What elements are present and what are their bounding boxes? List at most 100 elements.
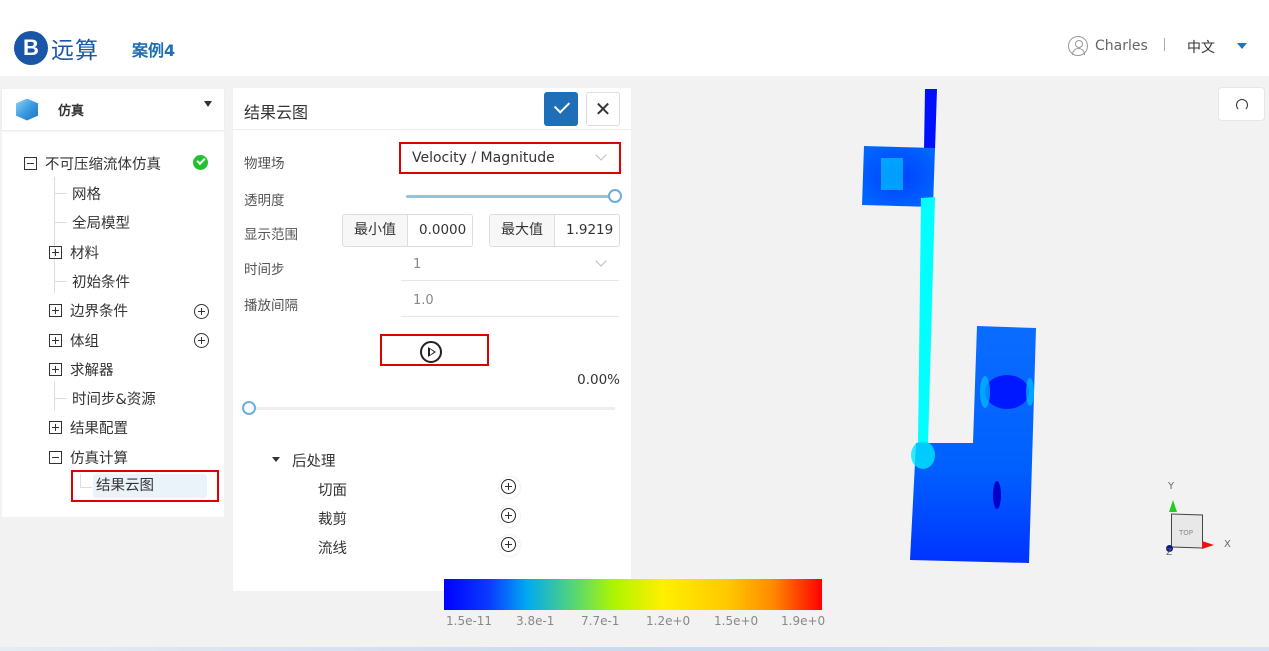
tree-item-label: 初始条件 bbox=[72, 274, 130, 291]
model-vortex-edge bbox=[980, 376, 990, 408]
tree-root[interactable]: 不可压缩流体仿真 bbox=[24, 151, 161, 175]
cube-face-label: TOP bbox=[1179, 529, 1194, 537]
max-value-label: 最大值 bbox=[490, 215, 555, 246]
plus-circle-icon bbox=[501, 508, 516, 523]
model-vortex bbox=[993, 481, 1001, 509]
tree-item-label: 边界条件 bbox=[70, 303, 128, 320]
expand-icon[interactable] bbox=[49, 245, 62, 259]
tree-item-initial-conditions[interactable]: 初始条件 bbox=[72, 269, 130, 293]
tree-guide-line bbox=[54, 177, 55, 293]
3d-viewport[interactable] bbox=[631, 76, 1269, 647]
tree-item-mesh[interactable]: 网格 bbox=[72, 181, 101, 205]
user-name: Charles bbox=[1095, 38, 1148, 54]
max-value-group: 最大值 1.9219 bbox=[489, 214, 620, 247]
progress-slider-thumb[interactable] bbox=[242, 401, 256, 415]
axis-x-arrow bbox=[1202, 541, 1214, 549]
expand-icon[interactable] bbox=[49, 420, 62, 434]
tree-item-label: 网格 bbox=[72, 186, 101, 203]
tree-guide-line bbox=[55, 281, 67, 282]
opacity-label: 透明度 bbox=[244, 193, 285, 209]
add-slice-button[interactable] bbox=[499, 477, 520, 498]
collapse-icon[interactable] bbox=[24, 156, 37, 170]
opacity-slider-track[interactable] bbox=[406, 195, 614, 198]
divider bbox=[1164, 38, 1165, 51]
add-clip-button[interactable] bbox=[499, 506, 520, 527]
tree-item-timestep-resources[interactable]: 时间步&资源 bbox=[72, 386, 156, 410]
progress-slider-track[interactable] bbox=[249, 407, 615, 410]
caret-down-icon[interactable] bbox=[204, 101, 212, 107]
logo-text: 远算 bbox=[51, 38, 99, 64]
expand-icon[interactable] bbox=[49, 303, 62, 317]
cube-icon bbox=[16, 98, 38, 121]
logo[interactable]: B 远算 bbox=[14, 31, 99, 65]
colorbar bbox=[444, 579, 822, 610]
chevron-down-icon bbox=[595, 255, 607, 267]
tree-item-boundary-conditions[interactable]: 边界条件 bbox=[49, 298, 128, 322]
tree-root-label: 不可压缩流体仿真 bbox=[45, 156, 161, 173]
tree-item-label: 结果配置 bbox=[70, 420, 128, 437]
expand-icon[interactable] bbox=[49, 362, 62, 376]
tree-header-title: 仿真 bbox=[58, 104, 85, 119]
colorbar-label: 1.9e+0 bbox=[781, 614, 826, 628]
tree-item-global-model[interactable]: 全局模型 bbox=[72, 210, 130, 234]
logo-mark-icon: B bbox=[14, 31, 48, 65]
top-bar: B 远算 案例4 Charles 中文 bbox=[0, 0, 1269, 76]
play-interval-value: 1.0 bbox=[413, 293, 434, 308]
user-icon bbox=[1068, 36, 1088, 56]
play-interval-input[interactable]: 1.0 bbox=[401, 287, 619, 317]
min-value-input[interactable]: 0.0000 bbox=[408, 215, 470, 246]
reset-view-button[interactable] bbox=[1218, 87, 1265, 121]
highlight-box bbox=[399, 142, 621, 174]
opacity-slider-thumb[interactable] bbox=[608, 189, 622, 203]
expand-icon[interactable] bbox=[49, 333, 62, 347]
axis-y-arrow bbox=[1169, 500, 1177, 512]
success-check-icon bbox=[193, 155, 208, 170]
tree-header[interactable]: 仿真 bbox=[2, 89, 224, 131]
caret-down-icon[interactable] bbox=[272, 457, 280, 462]
add-boundary-condition-icon[interactable] bbox=[194, 304, 209, 319]
timestep-label: 时间步 bbox=[244, 262, 285, 278]
axis-z-label: Z bbox=[1166, 548, 1173, 558]
post-processing-title[interactable]: 后处理 bbox=[292, 450, 336, 471]
axis-x-label: X bbox=[1224, 539, 1231, 550]
close-button[interactable]: ✕ bbox=[586, 92, 620, 126]
collapse-icon[interactable] bbox=[49, 450, 62, 464]
tree-item-label: 材料 bbox=[70, 245, 99, 262]
post-item-streamline: 流线 bbox=[318, 541, 347, 557]
model-inlet-pipe bbox=[924, 89, 937, 150]
highlight-box bbox=[71, 470, 219, 502]
tree-guide-line bbox=[55, 193, 67, 194]
add-streamline-button[interactable] bbox=[499, 535, 520, 556]
tree-item-material[interactable]: 材料 bbox=[49, 240, 99, 264]
bottom-strip bbox=[0, 647, 1269, 651]
min-value-label: 最小值 bbox=[343, 215, 408, 246]
display-range-label: 显示范围 bbox=[244, 227, 298, 243]
colorbar-label: 1.5e-11 bbox=[446, 614, 493, 628]
tree-item-solver[interactable]: 求解器 bbox=[49, 357, 114, 381]
tree-item-label: 仿真计算 bbox=[70, 450, 128, 467]
highlight-box bbox=[380, 334, 489, 366]
max-value-input[interactable]: 1.9219 bbox=[555, 215, 617, 246]
add-body-group-icon[interactable] bbox=[194, 333, 209, 348]
model-channel bbox=[918, 197, 935, 445]
model-vortex bbox=[985, 375, 1029, 409]
timestep-value: 1 bbox=[413, 257, 422, 272]
language-selector[interactable]: 中文 bbox=[1187, 37, 1215, 57]
tree-guide-line bbox=[55, 222, 67, 223]
user-menu[interactable]: Charles bbox=[1068, 36, 1148, 56]
tree-item-label: 体组 bbox=[70, 333, 99, 350]
axis-y-label: Y bbox=[1168, 481, 1175, 492]
post-item-slice: 切面 bbox=[318, 483, 347, 499]
confirm-button[interactable] bbox=[544, 92, 578, 126]
caret-down-icon[interactable] bbox=[1237, 43, 1247, 49]
timestep-select[interactable]: 1 bbox=[401, 251, 619, 281]
tree-item-simulation-run[interactable]: 仿真计算 bbox=[49, 445, 128, 469]
tree-item-body-group[interactable]: 体组 bbox=[49, 328, 99, 352]
model-vortex-edge bbox=[1026, 378, 1034, 406]
colorbar-label: 3.8e-1 bbox=[516, 614, 555, 628]
tree-item-result-config[interactable]: 结果配置 bbox=[49, 415, 128, 439]
panel-title: 结果云图 bbox=[244, 103, 309, 122]
panel-header: 结果云图 ✕ bbox=[233, 88, 631, 130]
colorbar-label: 1.5e+0 bbox=[714, 614, 759, 628]
tree-item-label: 全局模型 bbox=[72, 215, 130, 232]
